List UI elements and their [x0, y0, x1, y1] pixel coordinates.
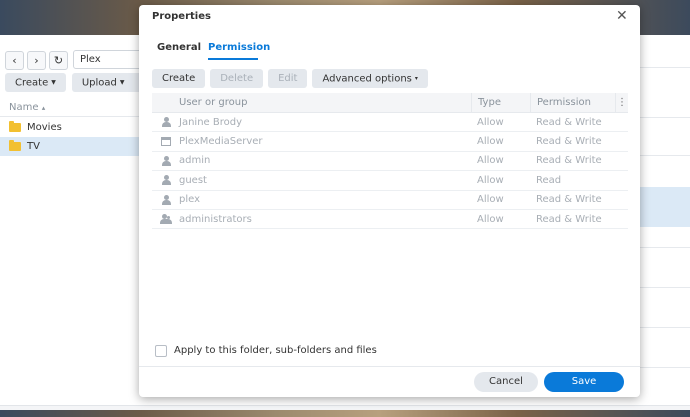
- delete-button[interactable]: Delete: [210, 69, 264, 88]
- item-name: TV: [27, 141, 40, 152]
- user-name: administrators: [179, 213, 252, 225]
- divider: [637, 117, 690, 118]
- caret-down-icon: ▼: [119, 79, 125, 86]
- tab-permission[interactable]: Permission: [208, 42, 270, 53]
- user-icon: [161, 194, 171, 205]
- toolbar-partial-button[interactable]: [127, 73, 139, 92]
- column-header-user[interactable]: User or group: [179, 97, 471, 108]
- name-column-label: Name: [9, 102, 39, 113]
- permission-toolbar: Create Delete Edit Advanced options ▾: [152, 69, 428, 88]
- apply-subfolders-label[interactable]: Apply to this folder, sub-folders and fi…: [174, 345, 377, 356]
- caret-down-icon: ▼: [51, 79, 56, 86]
- divider: [637, 155, 690, 156]
- user-name: PlexMediaServer: [179, 136, 263, 148]
- user-name: admin: [179, 155, 211, 167]
- sort-ascending-icon: ▴: [41, 104, 46, 112]
- app-icon: [160, 137, 171, 147]
- folder-icon: [9, 140, 21, 151]
- rule-type: Allow: [477, 174, 504, 186]
- user-icon: [161, 117, 171, 128]
- detail-selected-row[interactable]: [637, 187, 690, 227]
- group-icon: [159, 214, 172, 225]
- divider: [637, 327, 690, 328]
- close-icon[interactable]: ✕: [616, 9, 628, 23]
- folder-icon: [9, 121, 21, 132]
- rule-type: Allow: [477, 155, 504, 167]
- status-bar: [0, 405, 690, 410]
- user-name: Janine Brody: [179, 116, 242, 128]
- create-button[interactable]: Create: [152, 69, 206, 88]
- rule-type: Allow: [477, 116, 504, 128]
- advanced-options-label: Advanced options: [322, 73, 412, 85]
- upload-label: Upload: [81, 77, 117, 89]
- table-header: User or group Type Permission ⋮: [152, 93, 628, 113]
- path-field[interactable]: Plex: [73, 50, 143, 69]
- user-name: plex: [179, 194, 201, 206]
- table-row[interactable]: PlexMediaServer Allow Read & Write: [152, 132, 628, 152]
- rule-type: Allow: [477, 213, 504, 225]
- rule-permission: Read: [536, 174, 562, 186]
- list-item[interactable]: Movies: [0, 118, 140, 137]
- chevron-right-icon[interactable]: ›: [27, 50, 46, 70]
- rule-permission: Read & Write: [536, 213, 602, 225]
- rule-permission: Read & Write: [536, 136, 602, 148]
- rule-permission: Read & Write: [536, 194, 602, 206]
- permission-table: User or group Type Permission ⋮ Janine B…: [152, 93, 628, 230]
- upload-menu-button[interactable]: Upload ▼: [71, 73, 135, 92]
- table-row[interactable]: admin Allow Read & Write: [152, 152, 628, 172]
- refresh-icon[interactable]: ↻: [49, 50, 68, 70]
- advanced-options-button[interactable]: Advanced options ▾: [312, 69, 428, 88]
- dialog-title: Properties: [152, 11, 211, 22]
- apply-subfolders-checkbox[interactable]: [155, 345, 167, 357]
- divider: [637, 367, 690, 368]
- divider: [637, 247, 690, 248]
- table-row[interactable]: Janine Brody Allow Read & Write: [152, 113, 628, 133]
- list-item[interactable]: TV: [0, 137, 140, 156]
- column-header-type[interactable]: Type: [471, 93, 530, 112]
- properties-dialog: Properties ✕ General Permission Create D…: [139, 5, 640, 397]
- divider: [637, 67, 690, 68]
- caret-down-icon: ▾: [414, 75, 418, 82]
- footer-divider: [139, 366, 640, 367]
- file-toolbar: Create ▼ Upload ▼: [5, 73, 135, 92]
- tab-general[interactable]: General: [157, 42, 201, 53]
- rule-type: Allow: [477, 194, 504, 206]
- chevron-left-icon[interactable]: ‹: [5, 50, 24, 70]
- user-name: guest: [179, 174, 207, 186]
- item-name: Movies: [27, 122, 62, 133]
- column-header-permission[interactable]: Permission: [530, 93, 615, 112]
- user-icon: [161, 175, 171, 186]
- list-header-name[interactable]: Name ▴: [0, 99, 140, 117]
- table-row[interactable]: plex Allow Read & Write: [152, 191, 628, 210]
- create-menu-button[interactable]: Create ▼: [5, 73, 66, 92]
- divider: [637, 287, 690, 288]
- column-menu-icon[interactable]: ⋮: [615, 93, 628, 112]
- rule-permission: Read & Write: [536, 155, 602, 167]
- table-row[interactable]: administrators Allow Read & Write: [152, 210, 628, 230]
- table-row[interactable]: guest Allow Read: [152, 171, 628, 191]
- rule-permission: Read & Write: [536, 116, 602, 128]
- navigation-bar: ‹ › ↻: [5, 50, 68, 70]
- create-label: Create: [15, 77, 49, 89]
- cancel-button[interactable]: Cancel: [474, 372, 538, 392]
- user-icon: [161, 155, 171, 166]
- rule-type: Allow: [477, 136, 504, 148]
- active-tab-indicator: [208, 58, 258, 60]
- save-button[interactable]: Save: [544, 372, 624, 392]
- edit-button[interactable]: Edit: [268, 69, 308, 88]
